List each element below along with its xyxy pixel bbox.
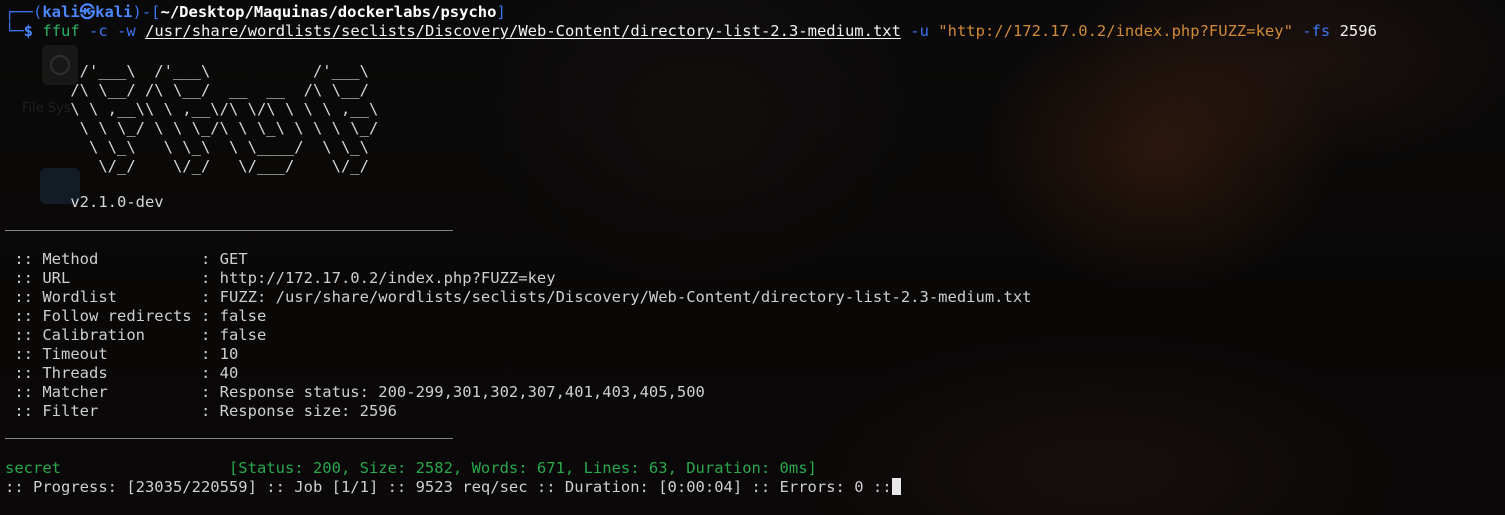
banner-line: /\ \__/ /\ \__/ __ __ /\ \__/ <box>5 81 369 99</box>
text-cursor[interactable] <box>891 478 901 495</box>
banner-line: \/_/ \/_/ \/___/ \/_/ <box>5 157 369 175</box>
command-flag-fs: -fs <box>1302 22 1331 40</box>
config-row: :: Filter : Response size: 2596 <box>5 402 397 421</box>
config-row: :: Method : GET <box>5 250 248 269</box>
banner-line: /'___\ /'___\ /'___\ <box>5 62 369 80</box>
config-value: : Response size: 2596 <box>200 402 397 420</box>
command-line[interactable]: └─$ ffuf -c -w /usr/share/wordlists/secl… <box>5 22 1377 41</box>
command-flag-u: -u <box>910 22 929 40</box>
config-value: : 40 <box>200 364 239 382</box>
config-key: :: Method <box>5 250 201 268</box>
separator-rule: ________________________________________… <box>5 213 453 231</box>
config-value: : false <box>200 326 267 344</box>
prompt-dollar: $ <box>23 22 34 40</box>
config-key: :: Follow redirects <box>5 307 201 325</box>
config-key: :: Wordlist <box>5 288 201 306</box>
prompt-path: ~/Desktop/Maquinas/dockerlabs/psycho <box>160 3 497 21</box>
config-value: : http://172.17.0.2/index.php?FUZZ=key <box>200 269 556 287</box>
prompt-user: kali <box>42 3 80 21</box>
config-value: : false <box>200 307 267 325</box>
config-row: :: Threads : 40 <box>5 364 238 383</box>
config-row: :: Timeout : 10 <box>5 345 238 364</box>
config-key: :: Threads <box>5 364 201 382</box>
banner-line: \ \_\ \ \_\ \ \____/ \ \_\ <box>5 138 369 156</box>
config-value: : Response status: 200-299,301,302,307,4… <box>200 383 705 401</box>
command-binary: ffuf <box>42 22 80 40</box>
prompt-header: ┌──(kali㉿kali)-[~/Desktop/Maquinas/docke… <box>5 3 506 21</box>
banner-line: \ \ \_/ \ \ \_/\ \ \_\ \ \ \ \_/ <box>5 119 379 137</box>
command-flag-w: -w <box>117 22 136 40</box>
config-value: : FUZZ: /usr/share/wordlists/seclists/Di… <box>200 288 1032 306</box>
config-row: :: Wordlist : FUZZ: /usr/share/wordlists… <box>5 288 1032 307</box>
config-row: :: Calibration : false <box>5 326 266 345</box>
banner-line: \ \ ,__\\ \ ,__\/\ \/\ \ \ \ ,__\ <box>5 100 379 118</box>
config-value: : 10 <box>200 345 239 363</box>
result-word: secret <box>5 459 229 477</box>
config-row: :: URL : http://172.17.0.2/index.php?FUZ… <box>5 269 556 288</box>
config-value: : GET <box>200 250 248 268</box>
config-key: :: Matcher <box>5 383 201 401</box>
config-key: :: URL <box>5 269 201 287</box>
command-fs-value: 2596 <box>1339 22 1377 40</box>
progress-line: :: Progress: [23035/220559] :: Job [1/1]… <box>5 478 901 497</box>
separator-rule: ________________________________________… <box>5 421 453 439</box>
terminal-output[interactable]: ┌──(kali㉿kali)-[~/Desktop/Maquinas/docke… <box>0 0 1505 515</box>
prompt-host: kali <box>95 3 133 21</box>
result-row: secret [Status: 200, Size: 2582, Words: … <box>5 459 817 478</box>
config-key: :: Timeout <box>5 345 201 363</box>
version-label: v2.1.0-dev <box>5 193 164 211</box>
config-key: :: Filter <box>5 402 201 420</box>
result-details: [Status: 200, Size: 2582, Words: 671, Li… <box>228 459 817 477</box>
command-wordlist-path: /usr/share/wordlists/seclists/Discovery/… <box>145 22 901 40</box>
progress-text: :: Progress: [23035/220559] :: Job [1/1]… <box>5 478 892 496</box>
config-key: :: Calibration <box>5 326 201 344</box>
command-flag-c: -c <box>89 22 108 40</box>
config-row: :: Follow redirects : false <box>5 307 266 326</box>
command-url: "http://172.17.0.2/index.php?FUZZ=key" <box>938 22 1293 40</box>
prompt-symbol: ㉿ <box>79 3 96 21</box>
config-row: :: Matcher : Response status: 200-299,30… <box>5 383 705 402</box>
